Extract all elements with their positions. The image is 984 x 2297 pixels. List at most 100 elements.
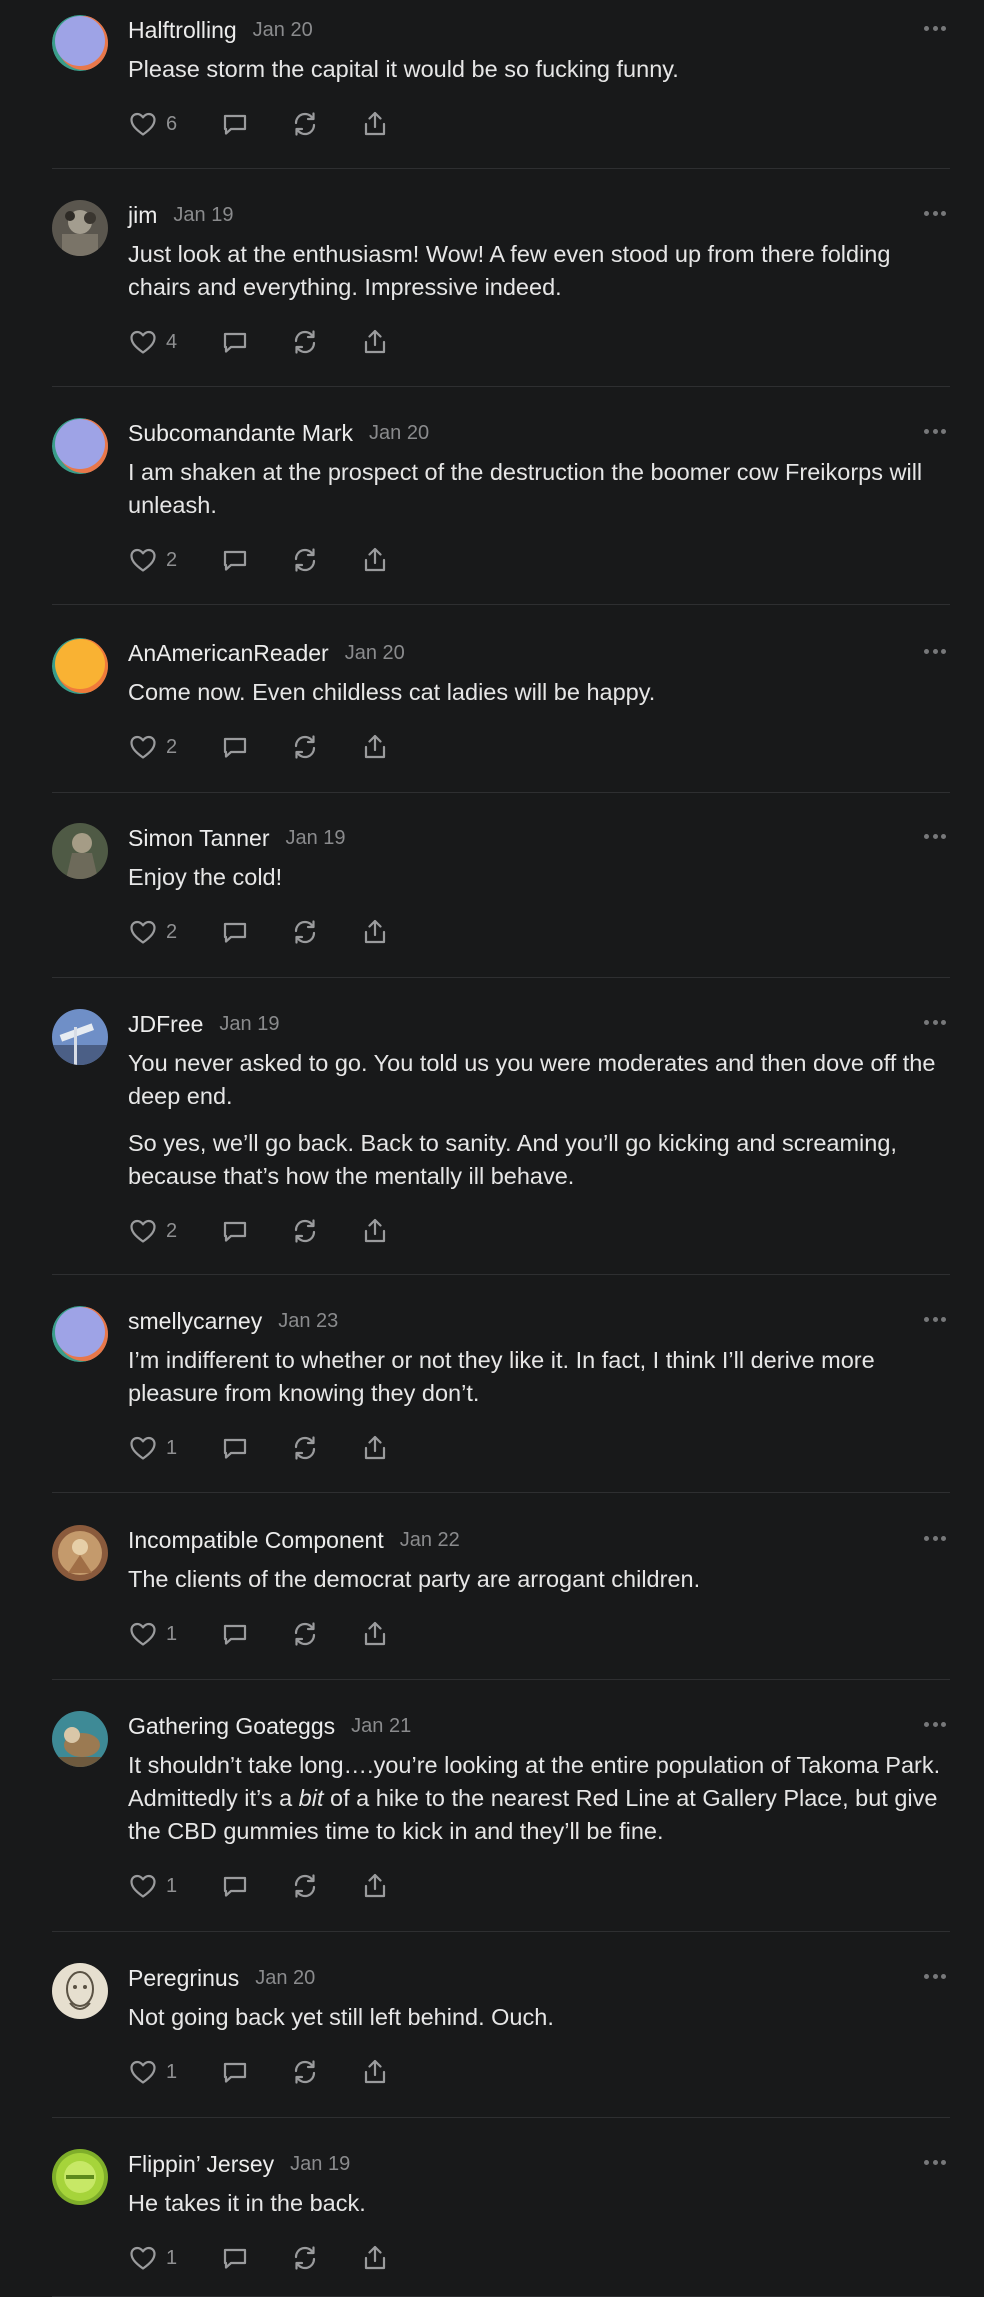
ellipsis-icon[interactable]	[920, 2147, 950, 2177]
avatar[interactable]	[52, 823, 108, 879]
avatar[interactable]	[52, 1009, 108, 1065]
restack-button[interactable]	[290, 327, 320, 357]
restack-icon	[290, 2057, 320, 2087]
author-name[interactable]: Flippin’ Jersey	[128, 2151, 274, 2178]
restack-button[interactable]	[290, 1433, 320, 1463]
author-name[interactable]: Gathering Goateggs	[128, 1713, 335, 1740]
ellipsis-icon[interactable]	[920, 1961, 950, 1991]
comment-date[interactable]: Jan 19	[219, 1013, 279, 1036]
avatar[interactable]	[52, 1306, 108, 1362]
ellipsis-icon[interactable]	[920, 636, 950, 666]
restack-icon	[290, 917, 320, 947]
restack-button[interactable]	[290, 917, 320, 947]
restack-button[interactable]	[290, 545, 320, 575]
reply-button[interactable]	[220, 2243, 250, 2273]
ellipsis-icon[interactable]	[920, 416, 950, 446]
comment-date[interactable]: Jan 19	[286, 827, 346, 850]
author-name[interactable]: Peregrinus	[128, 1965, 239, 1992]
comment-date[interactable]: Jan 20	[369, 422, 429, 445]
comment-header: JDFree Jan 19	[128, 1009, 950, 1039]
like-count: 1	[166, 1874, 178, 1897]
avatar[interactable]	[52, 15, 108, 71]
comment-date[interactable]: Jan 19	[173, 204, 233, 227]
avatar[interactable]	[52, 200, 108, 256]
reply-button[interactable]	[220, 1216, 250, 1246]
restack-button[interactable]	[290, 109, 320, 139]
reply-button[interactable]	[220, 545, 250, 575]
author-name[interactable]: jim	[128, 202, 157, 229]
avatar[interactable]	[52, 1525, 108, 1581]
restack-button[interactable]	[290, 2243, 320, 2273]
ellipsis-icon[interactable]	[920, 821, 950, 851]
restack-button[interactable]	[290, 1871, 320, 1901]
share-button[interactable]	[360, 545, 390, 575]
comment-date[interactable]: Jan 20	[253, 19, 313, 42]
author-name[interactable]: smellycarney	[128, 1308, 262, 1335]
reply-button[interactable]	[220, 327, 250, 357]
author-name[interactable]: Halftrolling	[128, 17, 237, 44]
ellipsis-icon[interactable]	[920, 1709, 950, 1739]
comment-body: Flippin’ Jersey Jan 19 He takes it in the …	[128, 2149, 950, 2276]
reply-button[interactable]	[220, 109, 250, 139]
author-name[interactable]: Simon Tanner	[128, 825, 270, 852]
avatar[interactable]	[52, 1963, 108, 2019]
avatar[interactable]	[52, 1711, 108, 1767]
avatar[interactable]	[52, 638, 108, 694]
restack-button[interactable]	[290, 732, 320, 762]
reply-button[interactable]	[220, 1619, 250, 1649]
comment-item: Halftrolling Jan 20 Please storm the capit…	[52, 15, 950, 169]
comment-date[interactable]: Jan 23	[278, 1310, 338, 1333]
author-name[interactable]: AnAmericanReader	[128, 640, 329, 667]
like-button[interactable]: 2	[128, 1216, 180, 1246]
restack-button[interactable]	[290, 2057, 320, 2087]
like-button[interactable]: 2	[128, 545, 180, 575]
restack-button[interactable]	[290, 1619, 320, 1649]
ellipsis-icon[interactable]	[920, 1523, 950, 1553]
comment-body: Halftrolling Jan 20 Please storm the capit…	[128, 15, 950, 142]
share-button[interactable]	[360, 1871, 390, 1901]
like-button[interactable]: 4	[128, 327, 180, 357]
like-button[interactable]: 1	[128, 2057, 180, 2087]
comment-date[interactable]: Jan 21	[351, 1715, 411, 1738]
like-button[interactable]: 2	[128, 732, 180, 762]
avatar[interactable]	[52, 2149, 108, 2205]
reply-button[interactable]	[220, 917, 250, 947]
reply-button[interactable]	[220, 1871, 250, 1901]
like-button[interactable]: 1	[128, 1433, 180, 1463]
share-button[interactable]	[360, 917, 390, 947]
comment-actions: 1	[128, 1430, 950, 1466]
share-button[interactable]	[360, 327, 390, 357]
like-button[interactable]: 6	[128, 109, 180, 139]
comment-actions: 2	[128, 1213, 950, 1249]
ellipsis-icon[interactable]	[920, 1304, 950, 1334]
share-button[interactable]	[360, 109, 390, 139]
comment-icon	[220, 109, 250, 139]
reply-button[interactable]	[220, 732, 250, 762]
author-name[interactable]: JDFree	[128, 1011, 203, 1038]
restack-button[interactable]	[290, 1216, 320, 1246]
author-name[interactable]: Subcomandante Mark	[128, 420, 353, 447]
comment-date[interactable]: Jan 20	[255, 1967, 315, 1990]
avatar[interactable]	[52, 418, 108, 474]
share-button[interactable]	[360, 1433, 390, 1463]
like-button[interactable]: 1	[128, 1871, 180, 1901]
comment-date[interactable]: Jan 20	[345, 642, 405, 665]
comment-date[interactable]: Jan 19	[290, 2153, 350, 2176]
like-button[interactable]: 1	[128, 1619, 180, 1649]
like-button[interactable]: 2	[128, 917, 180, 947]
share-button[interactable]	[360, 1619, 390, 1649]
share-button[interactable]	[360, 732, 390, 762]
ellipsis-icon[interactable]	[920, 1007, 950, 1037]
author-name[interactable]: Incompatible Component	[128, 1527, 384, 1554]
comment-text: I’m indifferent to whether or not they l…	[128, 1344, 950, 1410]
comment-paragraph: Not going back yet still left behind. Ou…	[128, 2004, 554, 2030]
comment-date[interactable]: Jan 22	[400, 1529, 460, 1552]
ellipsis-icon[interactable]	[920, 198, 950, 228]
share-button[interactable]	[360, 2243, 390, 2273]
share-button[interactable]	[360, 1216, 390, 1246]
share-button[interactable]	[360, 2057, 390, 2087]
reply-button[interactable]	[220, 2057, 250, 2087]
reply-button[interactable]	[220, 1433, 250, 1463]
like-button[interactable]: 1	[128, 2243, 180, 2273]
ellipsis-icon[interactable]	[920, 13, 950, 43]
